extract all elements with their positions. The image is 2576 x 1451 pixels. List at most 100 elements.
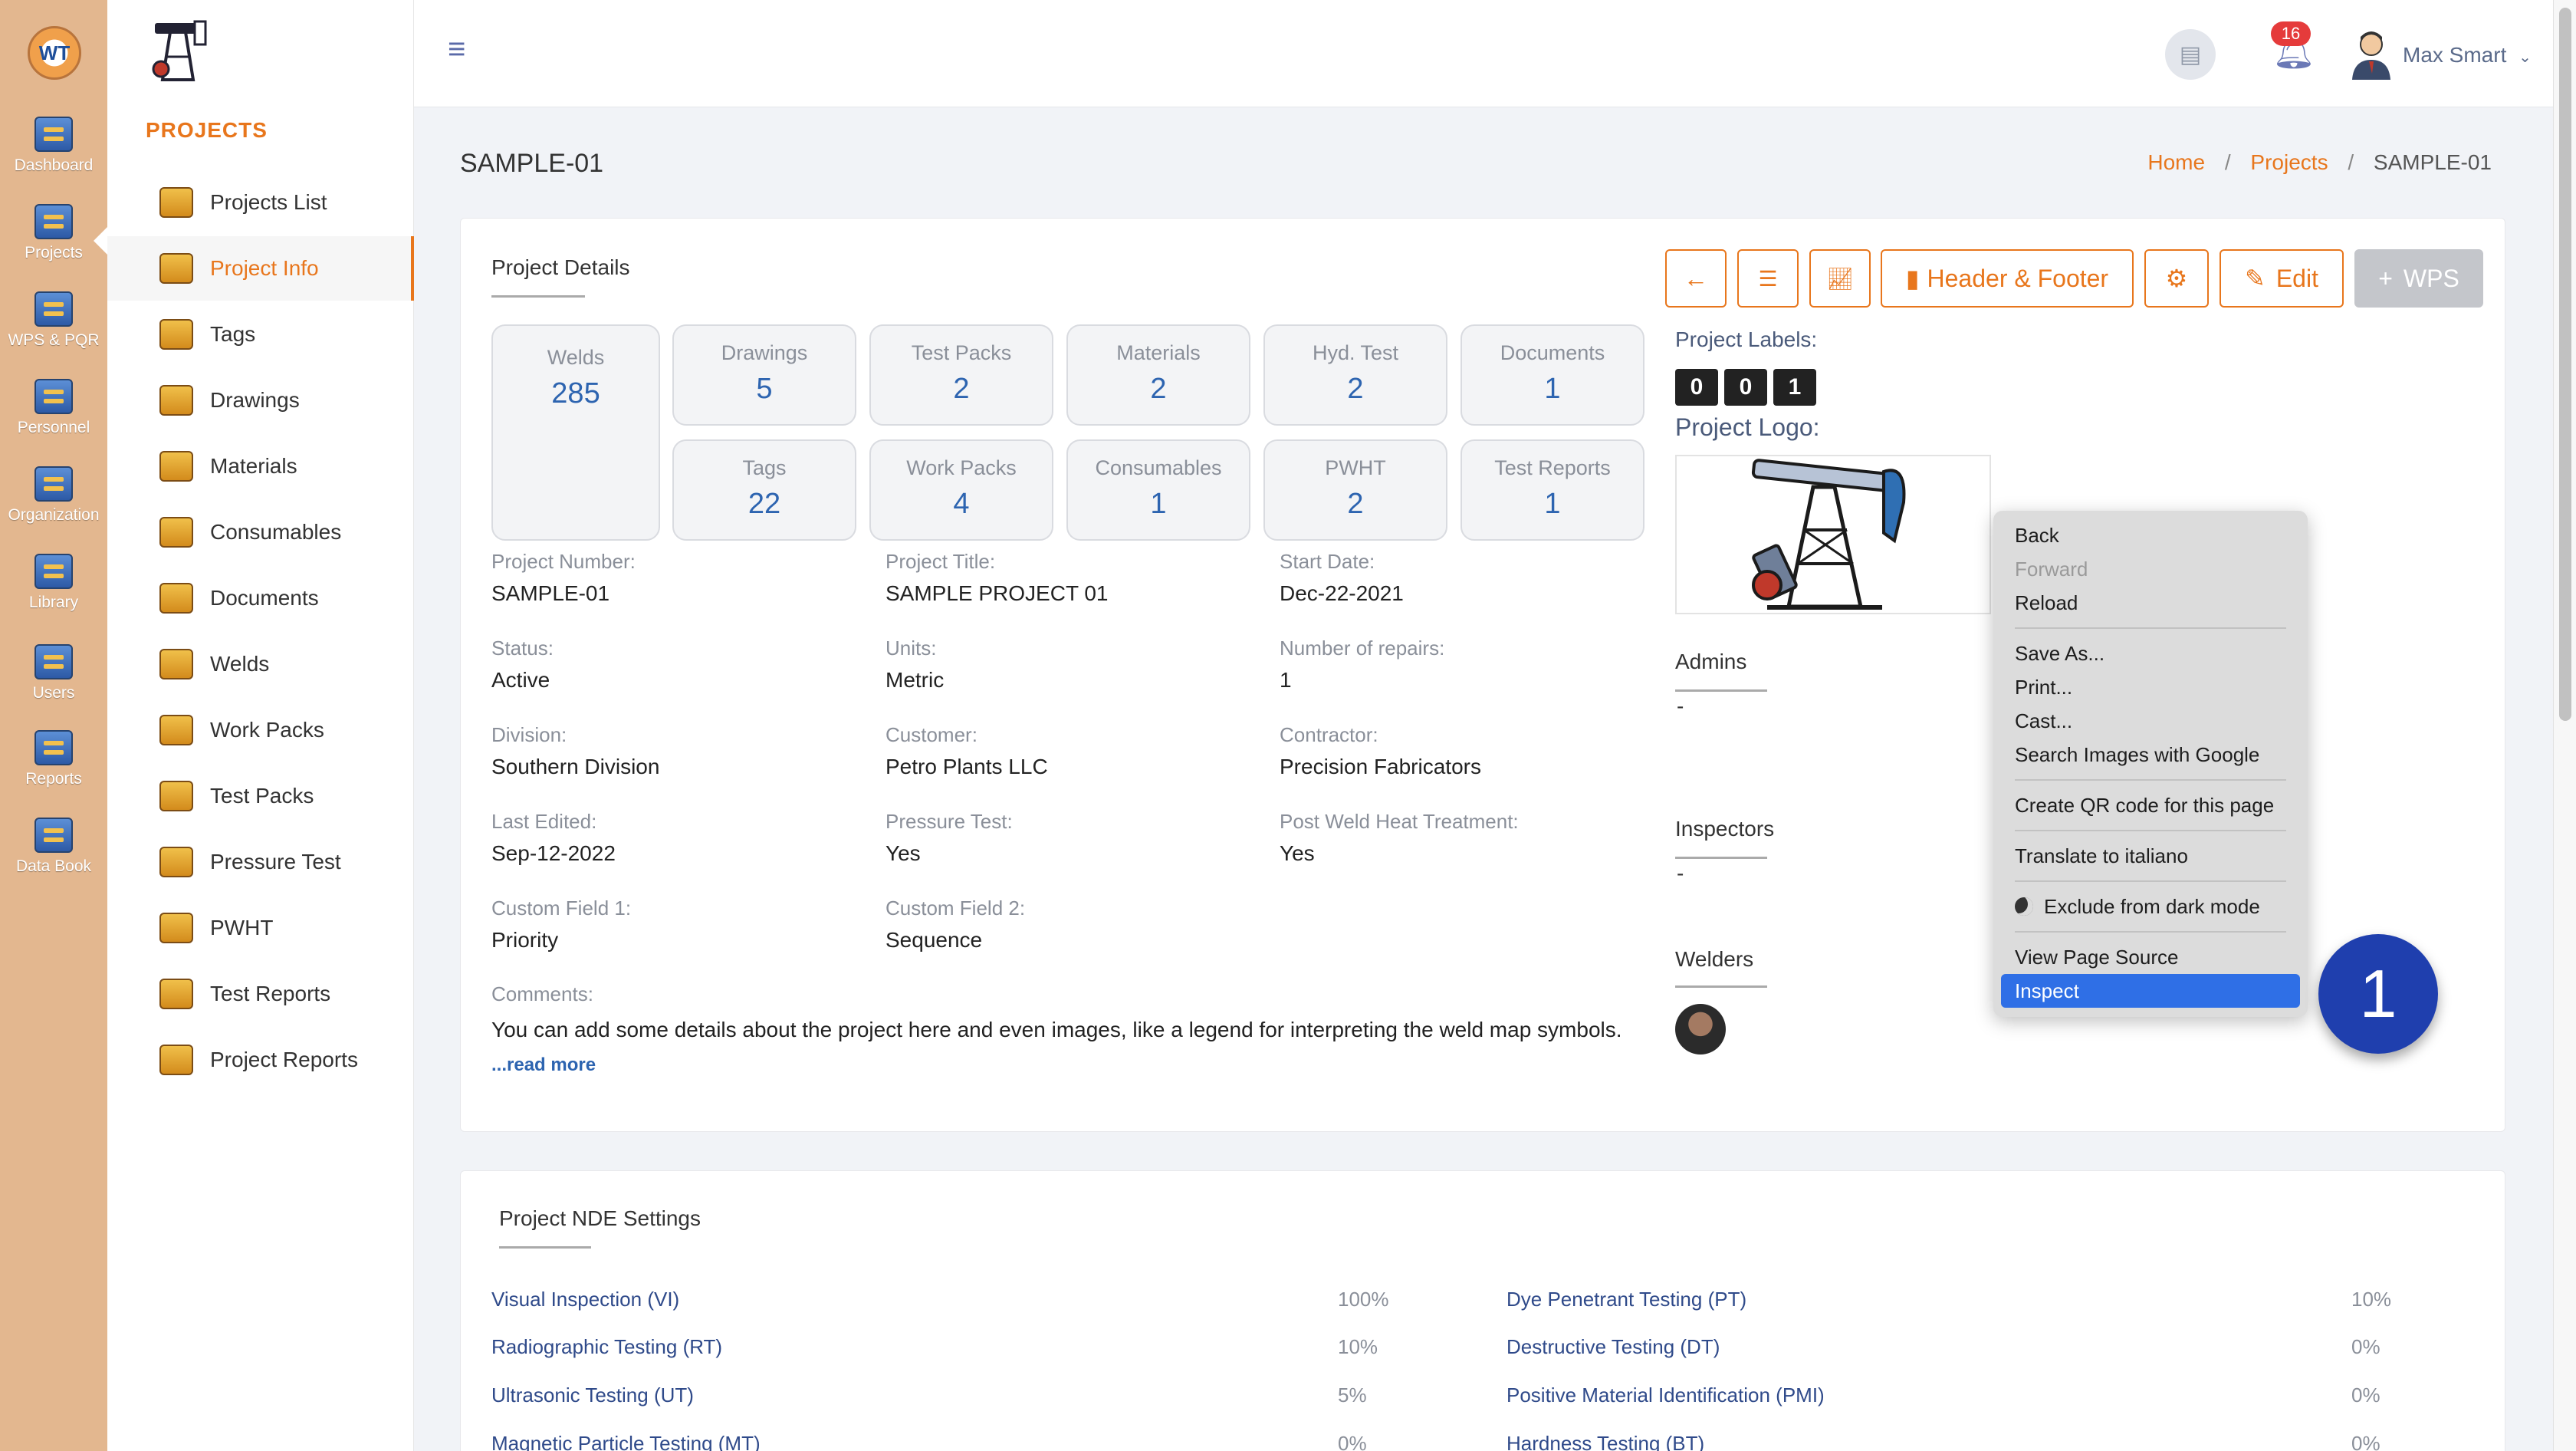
- sidebar-item-label: Welds: [210, 652, 270, 676]
- breadcrumb-home[interactable]: Home: [2147, 150, 2205, 174]
- ctx-cast[interactable]: Cast...: [2001, 704, 2300, 738]
- settings-button[interactable]: ⚙: [2144, 249, 2209, 308]
- documents-icon: [159, 583, 193, 614]
- stat-documents[interactable]: Documents 1: [1460, 324, 1644, 426]
- stat-test-packs[interactable]: Test Packs 2: [869, 324, 1053, 426]
- back-button[interactable]: ←: [1665, 249, 1727, 308]
- field-label: Custom Field 1:: [491, 897, 632, 920]
- stat-drawings[interactable]: Drawings 5: [672, 324, 856, 426]
- field-value: Sequence: [886, 928, 983, 952]
- projects-icon: [34, 204, 73, 239]
- field-units: Units: Metric: [886, 637, 944, 693]
- ctx-search-images[interactable]: Search Images with Google: [2001, 738, 2300, 772]
- ctx-print[interactable]: Print...: [2001, 670, 2300, 704]
- sidebar-item-projects-list[interactable]: Projects List: [107, 170, 414, 235]
- ctx-reload[interactable]: Reload: [2001, 586, 2300, 620]
- stat-label: PWHT: [1325, 456, 1386, 479]
- field-status: Status: Active: [491, 637, 554, 693]
- rail-item-data-book[interactable]: Data Book: [0, 818, 107, 876]
- label-badge[interactable]: 1: [1773, 369, 1816, 406]
- chart-button[interactable]: 📈︎: [1809, 249, 1871, 308]
- sidebar-item-pwht[interactable]: PWHT: [107, 896, 414, 960]
- header-footer-button[interactable]: ▮ Header & Footer: [1881, 249, 2134, 308]
- sidebar-item-documents[interactable]: Documents: [107, 566, 414, 630]
- rail-label: Organization: [8, 506, 100, 524]
- sidebar-item-project-reports[interactable]: Project Reports: [107, 1028, 414, 1092]
- section-underline: [1675, 857, 1767, 859]
- sidebar-title: PROJECTS: [146, 118, 268, 142]
- ctx-view-source[interactable]: View Page Source: [2001, 940, 2300, 974]
- sidebar-item-drawings[interactable]: Drawings: [107, 368, 414, 433]
- users-icon: [34, 644, 73, 679]
- rail-item-dashboard[interactable]: Dashboard: [0, 117, 107, 175]
- stat-tags[interactable]: Tags 22: [672, 439, 856, 541]
- hamburger-menu-icon[interactable]: ≡: [448, 34, 472, 64]
- ctx-separator: [2015, 627, 2286, 629]
- field-label: Pressure Test:: [886, 810, 1013, 833]
- wps-button[interactable]: + WPS: [2354, 249, 2483, 308]
- sidebar-item-welds[interactable]: Welds: [107, 632, 414, 696]
- stat-value: 4: [953, 488, 970, 520]
- pressure-test-icon: [159, 847, 193, 877]
- sidebar-item-test-reports[interactable]: Test Reports: [107, 962, 414, 1026]
- rail-item-library[interactable]: Library: [0, 554, 107, 612]
- user-menu[interactable]: Max Smart ⌄: [2403, 43, 2532, 67]
- label-badge[interactable]: 0: [1724, 369, 1767, 406]
- scrollbar-thumb[interactable]: [2559, 8, 2571, 721]
- edit-button[interactable]: ✎ Edit: [2220, 249, 2344, 308]
- sidebar-item-work-packs[interactable]: Work Packs: [107, 698, 414, 762]
- ctx-create-qr[interactable]: Create QR code for this page: [2001, 788, 2300, 822]
- sidebar-item-consumables[interactable]: Consumables: [107, 500, 414, 564]
- gantt-button[interactable]: ☰: [1737, 249, 1799, 308]
- nde-value: 0%: [1338, 1432, 1367, 1451]
- sidebar-item-test-packs[interactable]: Test Packs: [107, 764, 414, 828]
- nde-name: Magnetic Particle Testing (MT): [491, 1432, 761, 1451]
- rail-label: Users: [32, 684, 75, 702]
- stat-work-packs[interactable]: Work Packs 4: [869, 439, 1053, 541]
- stat-materials[interactable]: Materials 2: [1066, 324, 1250, 426]
- user-avatar-icon[interactable]: [2349, 29, 2394, 80]
- ctx-inspect[interactable]: Inspect: [2001, 974, 2300, 1008]
- rail-item-reports[interactable]: Reports: [0, 730, 107, 788]
- rail-item-projects[interactable]: Projects: [0, 204, 107, 262]
- nde-name: Dye Penetrant Testing (PT): [1506, 1288, 1747, 1311]
- field-label: Number of repairs:: [1280, 637, 1445, 660]
- rail-item-users[interactable]: Users: [0, 644, 107, 702]
- reports-icon: [34, 730, 73, 765]
- ctx-translate[interactable]: Translate to italiano: [2001, 839, 2300, 873]
- comments-label: Comments:: [491, 982, 593, 1005]
- sidebar-item-tags[interactable]: Tags: [107, 302, 414, 367]
- welder-avatar[interactable]: [1675, 1004, 1726, 1055]
- rail-item-organization[interactable]: Organization: [0, 466, 107, 525]
- book-icon[interactable]: ▤: [2165, 29, 2216, 80]
- app-logo[interactable]: WT: [28, 26, 81, 80]
- top-bar: ≡ ▤ 🔔︎ 16 Max Smart ⌄: [414, 0, 2553, 107]
- stat-pwht[interactable]: PWHT 2: [1263, 439, 1447, 541]
- ctx-exclude-dark-mode[interactable]: Exclude from dark mode: [2001, 890, 2300, 923]
- sidebar-item-label: Materials: [210, 454, 297, 478]
- stat-value: 2: [1150, 373, 1167, 405]
- stat-welds[interactable]: Welds 285: [491, 324, 660, 541]
- label-badge[interactable]: 0: [1675, 369, 1718, 406]
- stat-hyd-test[interactable]: Hyd. Test 2: [1263, 324, 1447, 426]
- sidebar-item-materials[interactable]: Materials: [107, 434, 414, 498]
- rail-item-wps-pqr[interactable]: WPS & PQR: [0, 291, 107, 350]
- admins-value: -: [1677, 694, 1684, 718]
- stat-label: Hyd. Test: [1312, 341, 1399, 364]
- breadcrumb-separator: /: [2348, 150, 2354, 174]
- ctx-save-as[interactable]: Save As...: [2001, 637, 2300, 670]
- field-pressure-test: Pressure Test: Yes: [886, 810, 1013, 866]
- stat-value: 22: [748, 488, 781, 520]
- rail-item-personnel[interactable]: Personnel: [0, 379, 107, 437]
- breadcrumb-projects[interactable]: Projects: [2250, 150, 2328, 174]
- sidebar-item-pressure-test[interactable]: Pressure Test: [107, 830, 414, 894]
- ctx-back[interactable]: Back: [2001, 518, 2300, 552]
- materials-icon: [159, 451, 193, 482]
- stat-consumables[interactable]: Consumables 1: [1066, 439, 1250, 541]
- read-more-link[interactable]: ...read more: [491, 1055, 596, 1075]
- field-value: Southern Division: [491, 755, 660, 778]
- consumables-icon: [159, 517, 193, 548]
- stat-test-reports[interactable]: Test Reports 1: [1460, 439, 1644, 541]
- sidebar-item-project-info[interactable]: Project Info: [107, 236, 414, 301]
- field-project-title: Project Title: SAMPLE PROJECT 01: [886, 550, 1108, 606]
